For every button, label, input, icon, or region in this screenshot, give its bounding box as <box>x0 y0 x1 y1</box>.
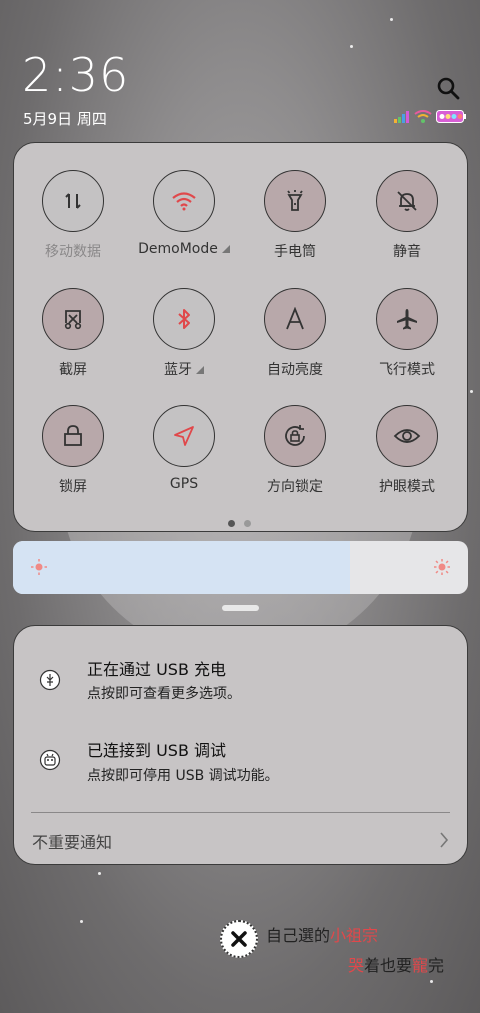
caption-accent: 哭 <box>348 956 365 975</box>
flashlight-icon <box>287 190 303 211</box>
search-icon <box>437 77 460 100</box>
star <box>80 920 83 923</box>
tile-mute[interactable]: 静音 <box>359 170 455 261</box>
bluetooth-icon <box>178 309 190 329</box>
star <box>470 390 473 393</box>
tile-label: 移动数据 <box>45 244 101 260</box>
quick-settings-panel: 移动数据 DemoMode 手电筒 静音 截屏 蓝牙 自动亮度 飞行模式 锁屏 … <box>13 142 468 532</box>
tile-label: 护眼模式 <box>379 479 435 495</box>
wallpaper-caption-line1: 自己選的小祖宗 <box>266 922 378 946</box>
mute-bell-icon <box>397 191 417 211</box>
divider <box>31 812 450 813</box>
status-icons <box>394 110 466 123</box>
caption-accent: 小祖宗 <box>330 926 379 945</box>
tile-label: 静音 <box>393 244 421 260</box>
mobile-data-icon <box>65 193 81 209</box>
tile-label: 手电筒 <box>274 244 316 260</box>
page-indicator <box>228 520 251 527</box>
gps-icon <box>174 426 194 446</box>
tile-label: 自动亮度 <box>267 362 323 378</box>
tile-label: 方向锁定 <box>267 479 323 495</box>
android-debug-icon <box>39 749 61 771</box>
caption-text: 自己選的 <box>266 926 331 945</box>
tile-label-wrap: DemoMode <box>136 241 232 257</box>
tile-button[interactable] <box>376 170 438 232</box>
tile-label: GPS <box>169 476 199 492</box>
star <box>98 872 101 875</box>
tile-screenshot[interactable]: 截屏 <box>25 288 121 379</box>
star <box>350 45 353 48</box>
brightness-high-icon <box>434 559 450 575</box>
tile-button[interactable] <box>264 288 326 350</box>
eye-icon <box>393 429 421 443</box>
wallpaper-caption-line2: 哭着也要寵完 <box>348 952 444 976</box>
brightness-slider[interactable] <box>13 541 468 594</box>
tile-mobile-data[interactable]: 移动数据 <box>25 170 121 261</box>
tile-button[interactable] <box>42 288 104 350</box>
page-dot-active <box>228 520 235 527</box>
caption-accent: 寵 <box>412 956 429 975</box>
brightness-low-icon <box>31 559 47 575</box>
tile-button[interactable] <box>264 170 326 232</box>
caption-text: 着也要 <box>364 956 413 975</box>
tile-auto-brightness[interactable]: 自动亮度 <box>247 288 343 379</box>
brightness-fill <box>13 541 350 594</box>
expand-arrow-icon <box>196 366 204 374</box>
tile-eye-care[interactable]: 护眼模式 <box>359 405 455 496</box>
tile-label-wrap: 蓝牙 <box>136 359 232 379</box>
battery-icon <box>436 110 466 123</box>
tile-wifi[interactable]: DemoMode <box>136 170 232 257</box>
tile-gps[interactable]: GPS <box>136 405 232 492</box>
notification-text: 点按即可停用 USB 调试功能。 <box>87 768 279 784</box>
auto-brightness-icon <box>286 307 304 330</box>
notification-title: 已连接到 USB 调试 <box>87 741 227 760</box>
tile-button[interactable] <box>153 405 215 467</box>
tile-flashlight[interactable]: 手电筒 <box>247 170 343 261</box>
notification-text: 点按即可查看更多选项。 <box>87 686 241 702</box>
rotation-lock-icon <box>285 425 305 446</box>
search-button[interactable] <box>436 76 460 100</box>
drag-handle[interactable] <box>222 605 259 611</box>
minor-notifications-link[interactable]: 不重要通知 <box>32 829 112 853</box>
tile-button[interactable] <box>376 288 438 350</box>
lock-icon <box>64 425 82 446</box>
star <box>390 18 393 21</box>
tile-label: DemoMode <box>138 241 218 257</box>
notification-panel: 正在通过 USB 充电 点按即可查看更多选项。 已连接到 USB 调试 点按即可… <box>13 625 468 865</box>
tile-button[interactable] <box>264 405 326 467</box>
wifi-icon <box>172 192 196 211</box>
status-clock: 2:36 <box>22 48 130 102</box>
tile-lock-screen[interactable]: 锁屏 <box>25 405 121 496</box>
notification-title: 正在通过 USB 充电 <box>87 660 227 679</box>
clear-all-button[interactable] <box>220 920 258 958</box>
signal-icon <box>394 110 409 123</box>
tile-bluetooth[interactable]: 蓝牙 <box>136 288 232 379</box>
tile-airplane[interactable]: 飞行模式 <box>359 288 455 379</box>
tile-label: 蓝牙 <box>164 362 192 378</box>
star <box>430 980 433 983</box>
tile-button[interactable] <box>42 405 104 467</box>
status-date: 5月9日 周四 <box>23 110 107 128</box>
tile-button[interactable] <box>42 170 104 232</box>
expand-arrow-icon <box>221 245 230 253</box>
tile-rotation-lock[interactable]: 方向锁定 <box>247 405 343 496</box>
tile-label: 飞行模式 <box>379 362 435 378</box>
tile-button[interactable] <box>376 405 438 467</box>
chevron-right-icon[interactable] <box>439 831 449 849</box>
close-icon <box>231 931 247 947</box>
usb-icon <box>39 669 61 691</box>
tile-label: 截屏 <box>59 362 87 378</box>
wifi-status-icon <box>414 110 432 123</box>
screenshot-icon <box>64 310 82 330</box>
caption-text: 完 <box>428 956 445 975</box>
tile-label: 锁屏 <box>59 479 87 495</box>
airplane-icon <box>397 309 417 330</box>
tile-button[interactable] <box>153 288 215 350</box>
page-dot <box>244 520 251 527</box>
tile-button[interactable] <box>153 170 215 232</box>
